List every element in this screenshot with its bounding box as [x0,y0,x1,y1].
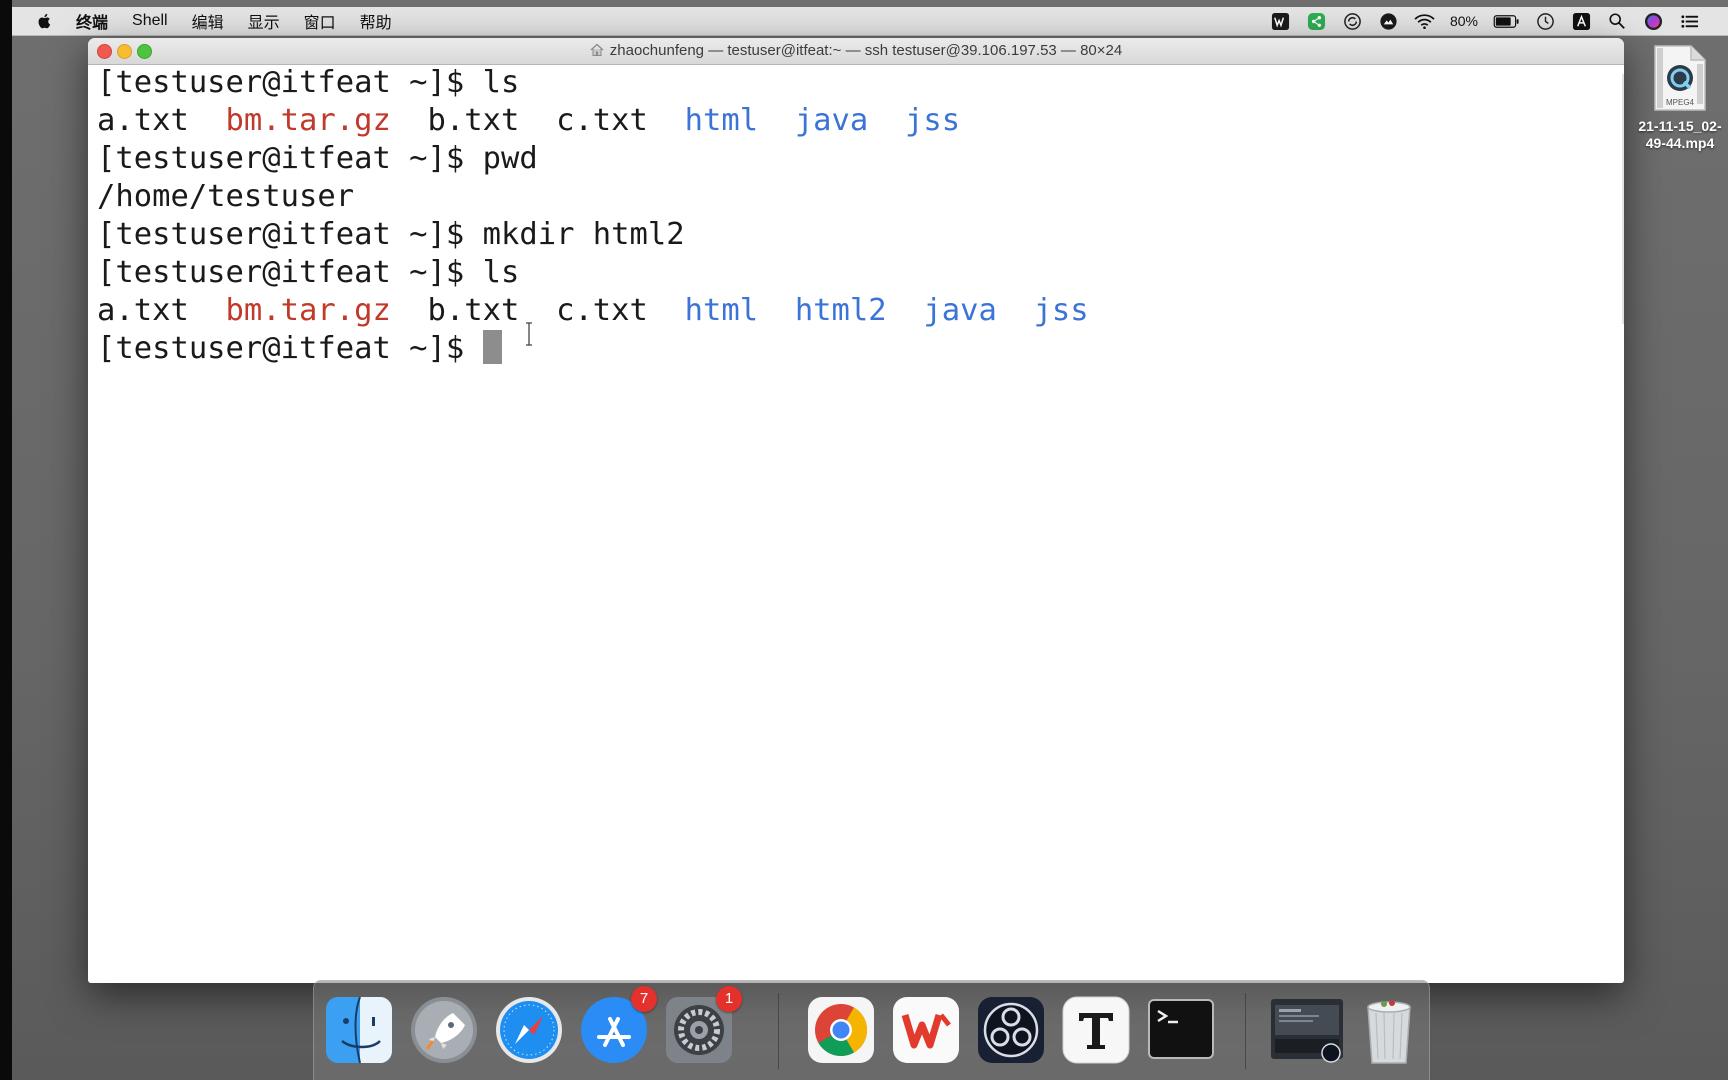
system-preferences-icon[interactable]: 1 [664,986,742,1065]
safari-icon[interactable] [494,995,564,1065]
share-icon[interactable] [1306,10,1328,32]
drive-icon[interactable] [1378,10,1400,32]
apple-menu-icon[interactable] [36,11,56,31]
chrome-icon[interactable] [806,995,876,1065]
app-store-icon[interactable]: 7 [579,986,657,1065]
menu-edit[interactable]: 编辑 [192,9,224,33]
terminal-text: /home/testuser [97,179,355,214]
terminal-line: [testuser@itfeat ~]$ pwd [97,140,1624,178]
battery-percent: 80% [1449,13,1478,29]
status-area: 80% [1270,7,1700,35]
desktop: 终端 Shell 编辑 显示 窗口 帮助 80% zhaochunfeng — … [12,0,1728,1080]
dock-separator [778,993,779,1069]
menu-bar: 终端 Shell 编辑 显示 窗口 帮助 80% [12,7,1728,36]
window-title-text: zhaochunfeng — testuser@itfeat:~ — ssh t… [609,42,1123,59]
text-cursor-icon [524,322,534,346]
window-title: zhaochunfeng — testuser@itfeat:~ — ssh t… [88,38,1624,64]
file-type-label: MPEG4 [1666,98,1695,107]
title-bar[interactable]: zhaochunfeng — testuser@itfeat:~ — ssh t… [88,38,1624,65]
mpeg4-file-icon[interactable]: MPEG4 [1653,44,1707,112]
menu-shell[interactable]: Shell [132,12,168,30]
terminal-text: [testuser@itfeat ~]$ pwd [97,141,538,176]
directory-name: html2 [794,293,887,328]
spotlight-search-icon[interactable] [1606,10,1628,32]
siri-icon[interactable] [1642,10,1664,32]
input-method-icon[interactable] [1570,10,1592,32]
directory-name: java [794,103,869,138]
wps-icon[interactable] [1270,10,1292,32]
terminal-line: [testuser@itfeat ~]$ ls [97,64,1624,102]
battery-icon[interactable] [1492,10,1520,32]
menu-help[interactable]: 帮助 [360,9,392,33]
menu-terminal[interactable]: 终端 [76,9,108,33]
menu-view[interactable]: 显示 [248,9,280,33]
scrollbar-track[interactable] [1622,74,1624,324]
sync-icon[interactable] [1342,10,1364,32]
terminal-text: [testuser@itfeat ~]$ [97,331,483,366]
terminal-line: a.txt bm.tar.gz b.txt c.txt html html2 j… [97,292,1624,330]
screenshot-stack-icon[interactable] [1269,995,1345,1065]
launchpad-icon[interactable] [409,995,479,1065]
notification-badge: 1 [716,986,742,1012]
file-name-line: 49-44.mp4 [1645,135,1715,151]
notification-center-icon[interactable] [1678,10,1700,32]
terminal-line: [testuser@itfeat ~]$ mkdir html2 [97,216,1624,254]
notification-badge: 7 [631,986,657,1012]
directory-name: html [684,103,759,138]
file-name-line: 21-11-15_02- [1638,118,1722,134]
terminal-text: a.txt [97,103,226,138]
terminal-icon[interactable] [1146,995,1216,1065]
directory-name: jss [905,103,961,138]
archive-file-name: bm.tar.gz [225,103,391,138]
terminal-text: b.txt c.txt [390,293,685,328]
terminal-text: [testuser@itfeat ~]$ ls [97,255,520,290]
terminal-line: [testuser@itfeat ~]$ [97,330,1624,368]
terminal-line: [testuser@itfeat ~]$ ls [97,254,1624,292]
finder-icon[interactable] [324,995,394,1065]
terminal-window[interactable]: zhaochunfeng — testuser@itfeat:~ — ssh t… [88,38,1624,983]
directory-name: jss [1033,293,1089,328]
typora-icon[interactable] [1061,995,1131,1065]
trash-icon[interactable] [1354,995,1424,1065]
terminal-text: [testuser@itfeat ~]$ ls [97,65,520,100]
terminal-text: a.txt [97,293,226,328]
directory-name: html [684,293,759,328]
wps-office-icon[interactable] [891,995,961,1065]
wifi-icon[interactable] [1414,10,1436,32]
file-name[interactable]: 21-11-15_02- 49-44.mp4 [1630,118,1728,152]
directory-name: java [923,293,997,328]
obs-icon[interactable] [976,995,1046,1065]
terminal-text: [testuser@itfeat ~]$ mkdir html2 [97,217,685,252]
terminal-cursor [482,330,502,364]
dock-separator [1245,993,1246,1069]
archive-file-name: bm.tar.gz [225,293,391,328]
dock: 7 1 [313,980,1430,1080]
terminal-line: /home/testuser [97,178,1624,216]
menu-window[interactable]: 窗口 [304,9,336,33]
terminal-line: a.txt bm.tar.gz b.txt c.txt html java js… [97,102,1624,140]
clock-icon[interactable] [1534,10,1556,32]
desktop-video-file[interactable]: MPEG4 21-11-15_02- 49-44.mp4 [1630,44,1728,152]
terminal-output[interactable]: [testuser@itfeat ~]$ ls a.txt bm.tar.gz b… [97,64,1624,983]
home-icon [590,40,604,56]
terminal-text: b.txt c.txt [390,103,685,138]
